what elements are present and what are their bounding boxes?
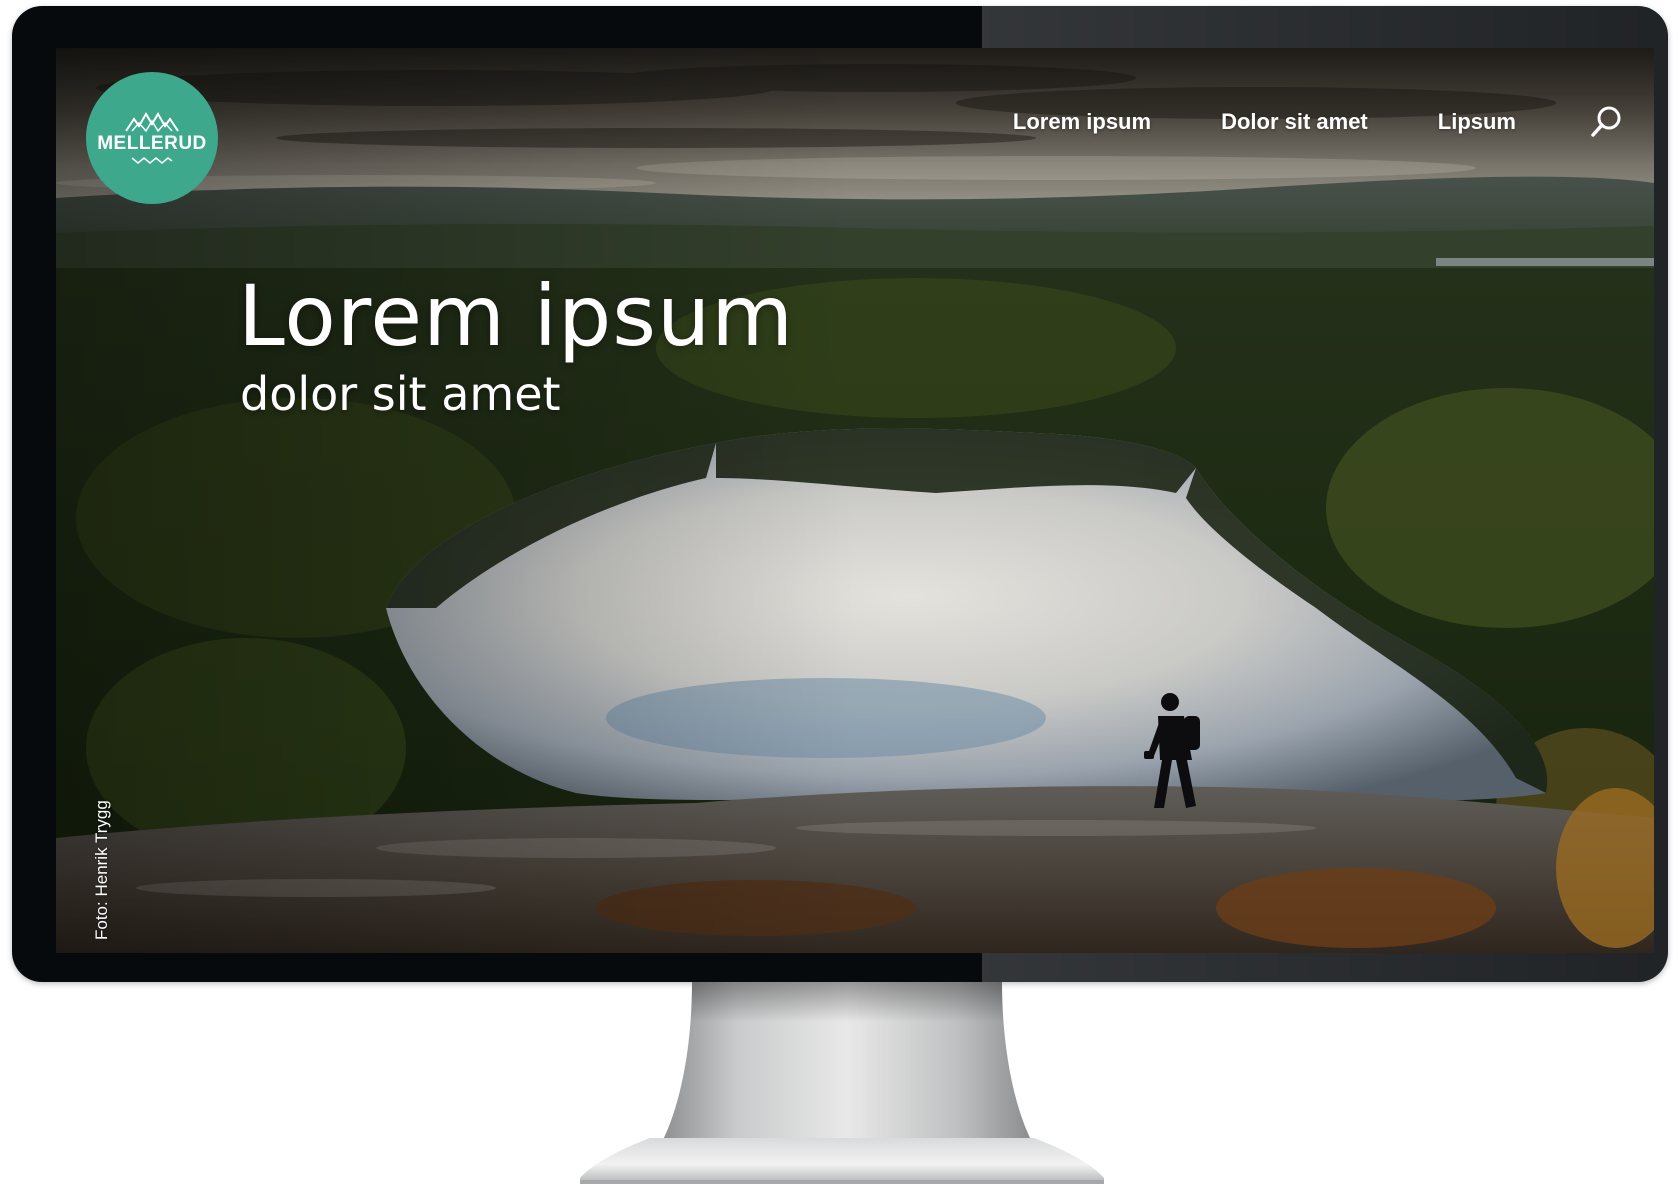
monitor-stand-base	[580, 1138, 1104, 1184]
nav-link-dolor-sit-amet[interactable]: Dolor sit amet	[1221, 109, 1368, 135]
monitor-bezel: MELLERUD Lorem ipsum Dolor sit amet Lips…	[12, 6, 1668, 982]
hero-landscape-image	[56, 48, 1654, 953]
nav-link-lorem-ipsum[interactable]: Lorem ipsum	[1013, 109, 1151, 135]
logo-text: MELLERUD	[97, 133, 207, 154]
photo-credit: Foto: Henrik Trygg	[92, 800, 111, 940]
search-icon[interactable]	[1586, 102, 1626, 142]
monitor-stand-neck	[662, 982, 1032, 1142]
website-screen: MELLERUD Lorem ipsum Dolor sit amet Lips…	[56, 48, 1654, 953]
hero-subtitle: dolor sit amet	[240, 367, 561, 421]
nav-link-lipsum[interactable]: Lipsum	[1438, 109, 1516, 135]
main-navigation: Lorem ipsum Dolor sit amet Lipsum	[1013, 102, 1654, 142]
mountain-icon	[125, 112, 179, 133]
hero-title: Lorem ipsum	[238, 267, 795, 365]
monitor-mockup: MELLERUD Lorem ipsum Dolor sit amet Lips…	[0, 0, 1678, 1187]
mellerud-logo[interactable]: MELLERUD	[86, 72, 218, 204]
wave-icon	[131, 157, 173, 164]
